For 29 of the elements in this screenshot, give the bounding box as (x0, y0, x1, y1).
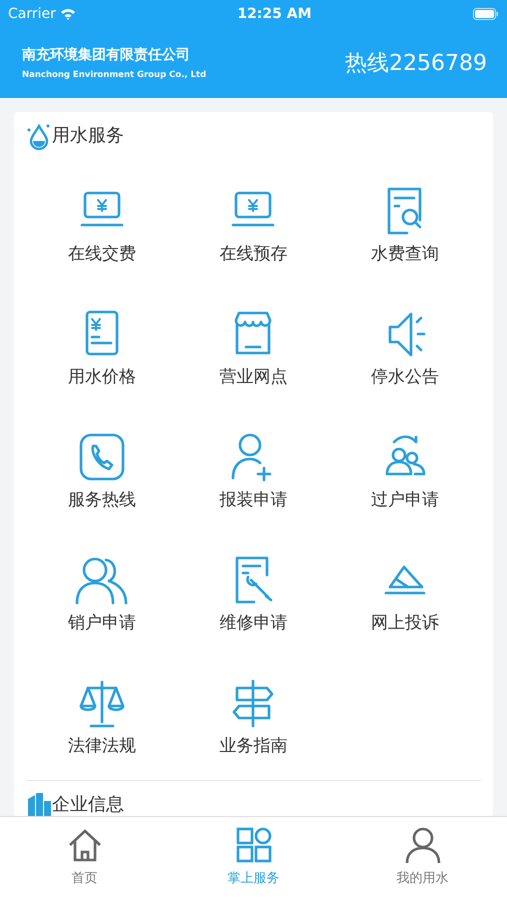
section-title: 企业信息 (52, 793, 124, 816)
tab-button[interactable]: 我的用水 (338, 817, 507, 900)
person-icon (402, 825, 442, 865)
service-button[interactable]: 在线预存 (219, 242, 288, 266)
service-button[interactable]: 法律法规 (68, 734, 136, 758)
wifi-icon (60, 8, 76, 20)
grid-icon (234, 825, 274, 865)
hotline-text: 热线2256789 (345, 50, 487, 78)
water-drop-icon (26, 122, 52, 150)
carrier-text: Carrier (8, 4, 56, 24)
clock-text: 12:25 AM (237, 4, 312, 24)
service-button[interactable]: 服务热线 (68, 488, 136, 512)
service-button[interactable]: 报装申请 (219, 488, 288, 512)
service-button[interactable]: 营业网点 (219, 365, 288, 389)
company-english-name: Nanchong Environment Group Co., Ltd (22, 68, 206, 80)
service-button[interactable]: 水费查询 (371, 242, 440, 266)
battery-icon (472, 8, 499, 20)
service-button[interactable]: 网上投诉 (371, 611, 440, 635)
building-icon (26, 791, 52, 816)
service-button[interactable]: 业务指南 (219, 734, 288, 758)
tab-button[interactable]: 首页 (0, 817, 169, 900)
service-button[interactable]: 过户申请 (371, 488, 440, 512)
service-button[interactable]: 维修申请 (219, 611, 288, 635)
section-title: 用水服务 (52, 124, 124, 148)
service-button[interactable]: 销户申请 (68, 611, 136, 635)
company-name: 南充环境集团有限责任公司 (22, 46, 191, 64)
service-button[interactable]: 在线交费 (68, 242, 136, 266)
service-button[interactable]: 用水价格 (68, 365, 136, 389)
service-button[interactable]: 停水公告 (371, 365, 440, 389)
